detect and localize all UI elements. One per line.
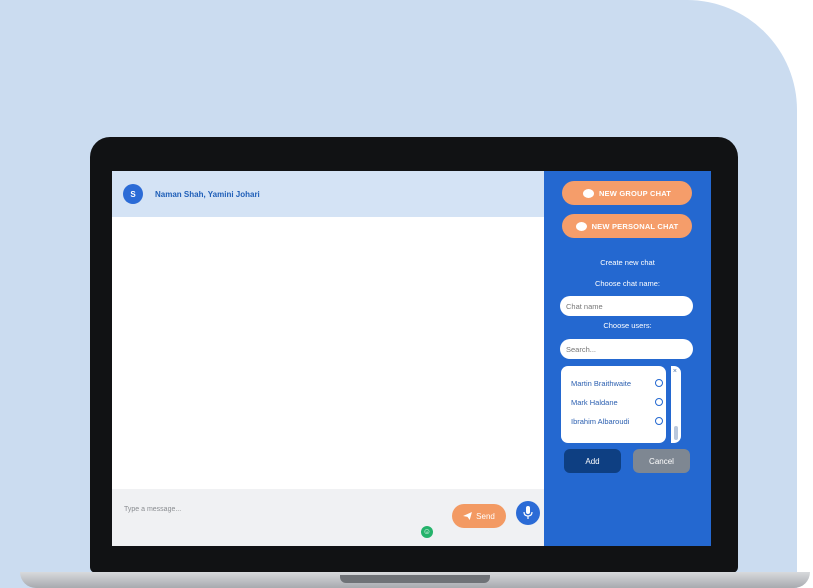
send-button[interactable]: Send [452,504,506,528]
chat-name-label: Choose chat name: [594,279,661,288]
chat-bubble-icon [582,188,594,198]
add-button[interactable]: Add [564,449,621,473]
microphone-icon [523,506,533,519]
mic-button[interactable] [516,501,540,525]
user-name: Martin Braithwaite [571,378,632,388]
user-radio[interactable] [655,379,663,387]
message-list [112,217,544,489]
user-search-input[interactable] [560,339,693,359]
message-input[interactable] [122,498,396,520]
cancel-button[interactable]: Cancel [633,449,690,473]
user-option[interactable]: Martin Braithwaite [571,376,666,390]
app-screen: S Naman Shah, Yamini Johari ☺ Send [112,171,711,546]
send-label: Send [476,511,495,521]
scrollbar-thumb[interactable] [674,426,678,440]
chat-title: Naman Shah, Yamini Johari [155,189,260,199]
laptop-notch [340,575,490,583]
chat-name-input[interactable] [560,296,693,316]
create-chat-heading: Create new chat [600,258,655,267]
device-mockup-scene: S Naman Shah, Yamini Johari ☺ Send [0,0,813,588]
chat-header: S Naman Shah, Yamini Johari [112,171,544,217]
close-icon[interactable]: × [673,368,677,375]
emoji-icon[interactable]: ☺ [421,526,433,538]
choose-users-label: Choose users: [603,321,652,330]
send-icon [463,512,473,520]
user-option[interactable]: Ibrahim Albaroudi [571,414,666,428]
user-name: Mark Haldane [571,397,618,407]
user-name: Ibrahim Albaroudi [571,416,630,426]
chat-bubble-icon [575,221,587,231]
user-list: Martin Braithwaite Mark Haldane Ibrahim … [561,366,666,443]
new-chat-sidebar: NEW GROUP CHAT NEW PERSONAL CHAT Create … [544,171,711,546]
new-group-chat-button[interactable]: NEW GROUP CHAT [562,181,692,205]
user-radio[interactable] [655,417,663,425]
user-option[interactable]: Mark Haldane [571,395,666,409]
user-list-scrollbar[interactable]: × [671,366,681,443]
chat-avatar: S [123,184,143,204]
user-radio[interactable] [655,398,663,406]
new-personal-chat-button[interactable]: NEW PERSONAL CHAT [562,214,692,238]
new-personal-chat-label: NEW PERSONAL CHAT [591,221,679,231]
new-group-chat-label: NEW GROUP CHAT [598,188,672,198]
